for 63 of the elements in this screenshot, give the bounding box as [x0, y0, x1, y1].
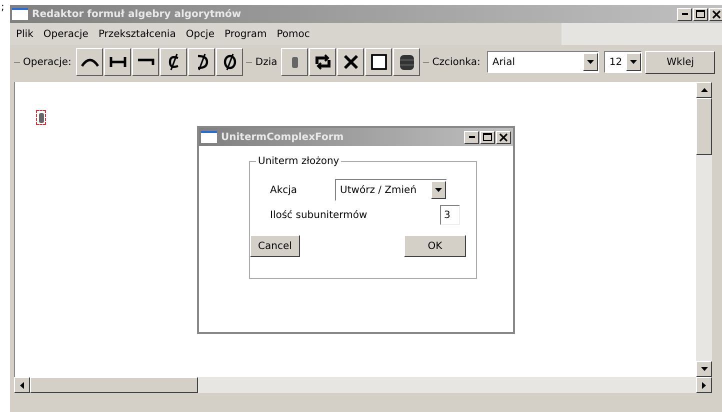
- right-arrow-icon: [702, 382, 706, 388]
- tool-button[interactable]: [104, 48, 132, 76]
- close-icon: [712, 10, 721, 18]
- group-title: Uniterm złożony: [257, 156, 340, 167]
- vertical-scrollbar[interactable]: [696, 82, 712, 377]
- operations-label: Operacje:: [23, 56, 72, 68]
- tool-button[interactable]: [393, 48, 420, 76]
- font-select[interactable]: Arial: [487, 51, 600, 73]
- size-select[interactable]: 12: [604, 51, 642, 73]
- maximize-button[interactable]: [480, 130, 495, 144]
- minimize-button[interactable]: [677, 8, 692, 20]
- close-button[interactable]: [709, 8, 722, 20]
- scroll-right-button[interactable]: [696, 377, 712, 393]
- menu-item[interactable]: Program: [224, 28, 267, 40]
- scroll-thumb[interactable]: [30, 377, 198, 393]
- paste-button[interactable]: Wklej: [645, 50, 716, 74]
- count-label: Ilość subunitermów: [270, 210, 368, 220]
- tool-button[interactable]: [76, 48, 104, 76]
- dialog-title: UnitermComplexForm: [221, 132, 345, 142]
- window-icon: [12, 8, 28, 20]
- minimize-button[interactable]: [464, 130, 479, 144]
- close-icon: [499, 132, 508, 142]
- scroll-left-button[interactable]: [14, 377, 30, 393]
- action-select[interactable]: Utwórz / Zmień: [335, 179, 448, 201]
- font-label: Czcionka:: [432, 56, 480, 68]
- menu-item[interactable]: Opcje: [186, 28, 214, 40]
- actions-label: Dzia: [255, 56, 278, 68]
- square-icon: [368, 52, 389, 72]
- tool-button[interactable]: [188, 48, 216, 76]
- maximize-button[interactable]: [693, 8, 708, 20]
- menu-item[interactable]: Przekształcenia: [98, 28, 176, 40]
- action-label: Akcja: [270, 184, 298, 196]
- minimize-icon: [682, 13, 688, 15]
- down-arrow-icon: [700, 367, 708, 371]
- tool-button[interactable]: [337, 48, 364, 76]
- count-field[interactable]: 3: [440, 205, 460, 225]
- tool-button[interactable]: [309, 48, 336, 76]
- cancel-button[interactable]: Cancel: [250, 235, 300, 257]
- selected-element-icon[interactable]: [36, 110, 46, 125]
- window-icon: [201, 131, 217, 143]
- tool-button[interactable]: [132, 48, 160, 76]
- maximize-icon: [696, 10, 705, 18]
- capsule-icon: [292, 56, 298, 68]
- menu-item[interactable]: Operacje: [43, 28, 88, 40]
- close-button[interactable]: [496, 130, 511, 144]
- scroll-down-button[interactable]: [696, 361, 712, 377]
- menu-item[interactable]: Pomoc: [276, 28, 310, 40]
- up-arrow-icon: [700, 88, 708, 92]
- tool-button[interactable]: [281, 48, 308, 76]
- left-arrow-icon: [20, 382, 24, 388]
- maximize-icon: [483, 132, 492, 142]
- menu-item[interactable]: Plik: [16, 28, 34, 40]
- scroll-thumb[interactable]: [696, 98, 712, 155]
- ok-button[interactable]: OK: [404, 235, 466, 257]
- edge-mark: ;: [1, 2, 4, 13]
- scroll-up-button[interactable]: [696, 82, 712, 98]
- minimize-icon: [468, 136, 474, 138]
- tool-button[interactable]: [160, 48, 188, 76]
- horizontal-scrollbar[interactable]: [14, 377, 712, 393]
- tool-button[interactable]: [365, 48, 392, 76]
- tool-button[interactable]: [216, 48, 244, 76]
- refresh-icon: [312, 52, 333, 72]
- window-title: Redaktor formuł algebry algorytmów: [32, 8, 242, 20]
